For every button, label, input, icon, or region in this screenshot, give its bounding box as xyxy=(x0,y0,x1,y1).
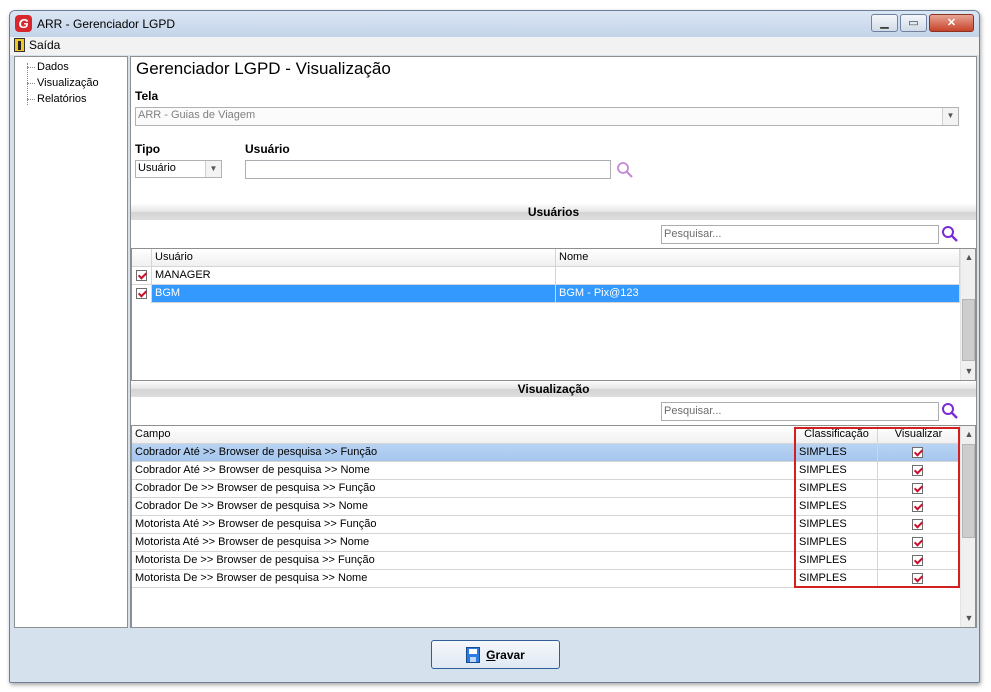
search-icon[interactable] xyxy=(941,225,959,243)
app-logo-icon: G xyxy=(15,15,32,32)
close-icon: ✕ xyxy=(946,17,957,29)
row-check-cell xyxy=(132,267,152,285)
users-section-header: Usuários xyxy=(131,204,976,220)
cell-campo: Motorista Até >> Browser de pesquisa >> … xyxy=(132,534,796,552)
users-grid-header-usuario[interactable]: Usuário xyxy=(152,249,556,267)
scroll-down-icon[interactable]: ▼ xyxy=(961,610,975,627)
search-icon[interactable] xyxy=(616,161,634,179)
maximize-icon: ▭ xyxy=(908,17,919,29)
chevron-down-icon[interactable]: ▼ xyxy=(205,161,221,177)
tela-select[interactable]: ARR - Guias de Viagem ▼ xyxy=(135,107,959,126)
tipo-value: Usuário xyxy=(138,162,176,174)
tree-item-visualizacao[interactable]: Visualização xyxy=(37,76,99,92)
tree-connector xyxy=(27,83,35,84)
save-label: Gravar xyxy=(486,648,525,662)
minimize-icon: ▁ xyxy=(880,17,889,29)
grid-header-campo[interactable]: Campo xyxy=(132,426,796,444)
title-bar[interactable]: G ARR - Gerenciador LGPD ▁ ▭ ✕ xyxy=(10,11,979,37)
tree-item-dados[interactable]: Dados xyxy=(37,60,69,76)
users-grid-scrollbar[interactable]: ▲ ▼ xyxy=(960,249,975,380)
scroll-up-icon[interactable]: ▲ xyxy=(961,249,975,266)
app-window: G ARR - Gerenciador LGPD ▁ ▭ ✕ Saída Dad… xyxy=(9,10,980,683)
visualizacao-grid-scrollbar[interactable]: ▲ ▼ xyxy=(960,426,975,627)
table-row[interactable]: BGM BGM - Pix@123 xyxy=(132,285,960,303)
visualizacao-search-input[interactable]: Pesquisar... xyxy=(661,402,939,421)
save-button[interactable]: Gravar xyxy=(431,640,560,669)
save-label-rest: ravar xyxy=(495,647,525,662)
maximize-button[interactable]: ▭ xyxy=(900,14,927,32)
search-icon[interactable] xyxy=(941,402,959,420)
window-title: ARR - Gerenciador LGPD xyxy=(37,17,176,31)
exit-door-icon xyxy=(14,38,25,52)
users-search-input[interactable]: Pesquisar... xyxy=(661,225,939,244)
row-check-cell xyxy=(132,285,152,303)
table-row[interactable]: MANAGER xyxy=(132,267,960,285)
chevron-down-icon[interactable]: ▼ xyxy=(942,108,958,125)
tela-value: ARR - Guias de Viagem xyxy=(138,109,256,121)
cell-usuario: BGM xyxy=(152,285,556,303)
menu-exit[interactable]: Saída xyxy=(14,38,60,52)
tree-item-relatorios[interactable]: Relatórios xyxy=(37,92,87,108)
cell-campo: Cobrador Até >> Browser de pesquisa >> F… xyxy=(132,444,796,462)
tipo-select[interactable]: Usuário ▼ xyxy=(135,160,222,178)
scrollbar-thumb[interactable] xyxy=(962,444,975,538)
cell-nome xyxy=(556,267,960,285)
menu-exit-label: Saída xyxy=(29,38,61,52)
menu-bar: Saída xyxy=(10,37,979,55)
users-grid-header-nome[interactable]: Nome xyxy=(556,249,960,267)
users-grid-check-header xyxy=(132,249,152,267)
floppy-disk-icon xyxy=(466,646,481,663)
cell-campo: Motorista Até >> Browser de pesquisa >> … xyxy=(132,516,796,534)
cell-nome: BGM - Pix@123 xyxy=(556,285,960,303)
row-checkbox[interactable] xyxy=(136,288,147,299)
highlight-box xyxy=(794,427,960,588)
tela-label: Tela xyxy=(135,89,159,103)
cell-campo: Cobrador De >> Browser de pesquisa >> No… xyxy=(132,498,796,516)
page-title: Gerenciador LGPD - Visualização xyxy=(136,59,391,78)
visualizacao-grid: Campo Classificação Visualizar Cobrador … xyxy=(131,425,976,628)
cell-campo: Motorista De >> Browser de pesquisa >> N… xyxy=(132,570,796,588)
tree-connector xyxy=(27,67,35,68)
visualizacao-section-header: Visualização xyxy=(131,381,976,397)
scrollbar-thumb[interactable] xyxy=(962,299,975,361)
close-button[interactable]: ✕ xyxy=(929,14,974,32)
row-checkbox[interactable] xyxy=(136,270,147,281)
main-panel: Gerenciador LGPD - Visualização Tela ARR… xyxy=(130,56,977,628)
cell-usuario: MANAGER xyxy=(152,267,556,285)
tree-connector xyxy=(27,99,35,100)
users-grid: Usuário Nome MANAGER BGM BGM - Pix@123 ▲… xyxy=(131,248,976,381)
usuario-input[interactable] xyxy=(245,160,611,179)
tipo-label: Tipo xyxy=(135,142,161,156)
scroll-up-icon[interactable]: ▲ xyxy=(961,426,975,443)
usuario-label: Usuário xyxy=(245,142,290,156)
navigation-tree: Dados Visualização Relatórios xyxy=(14,56,128,628)
cell-campo: Motorista De >> Browser de pesquisa >> F… xyxy=(132,552,796,570)
minimize-button[interactable]: ▁ xyxy=(871,14,898,32)
footer-bar: Gravar xyxy=(10,629,979,682)
scroll-down-icon[interactable]: ▼ xyxy=(961,363,975,380)
cell-campo: Cobrador De >> Browser de pesquisa >> Fu… xyxy=(132,480,796,498)
cell-campo: Cobrador Até >> Browser de pesquisa >> N… xyxy=(132,462,796,480)
